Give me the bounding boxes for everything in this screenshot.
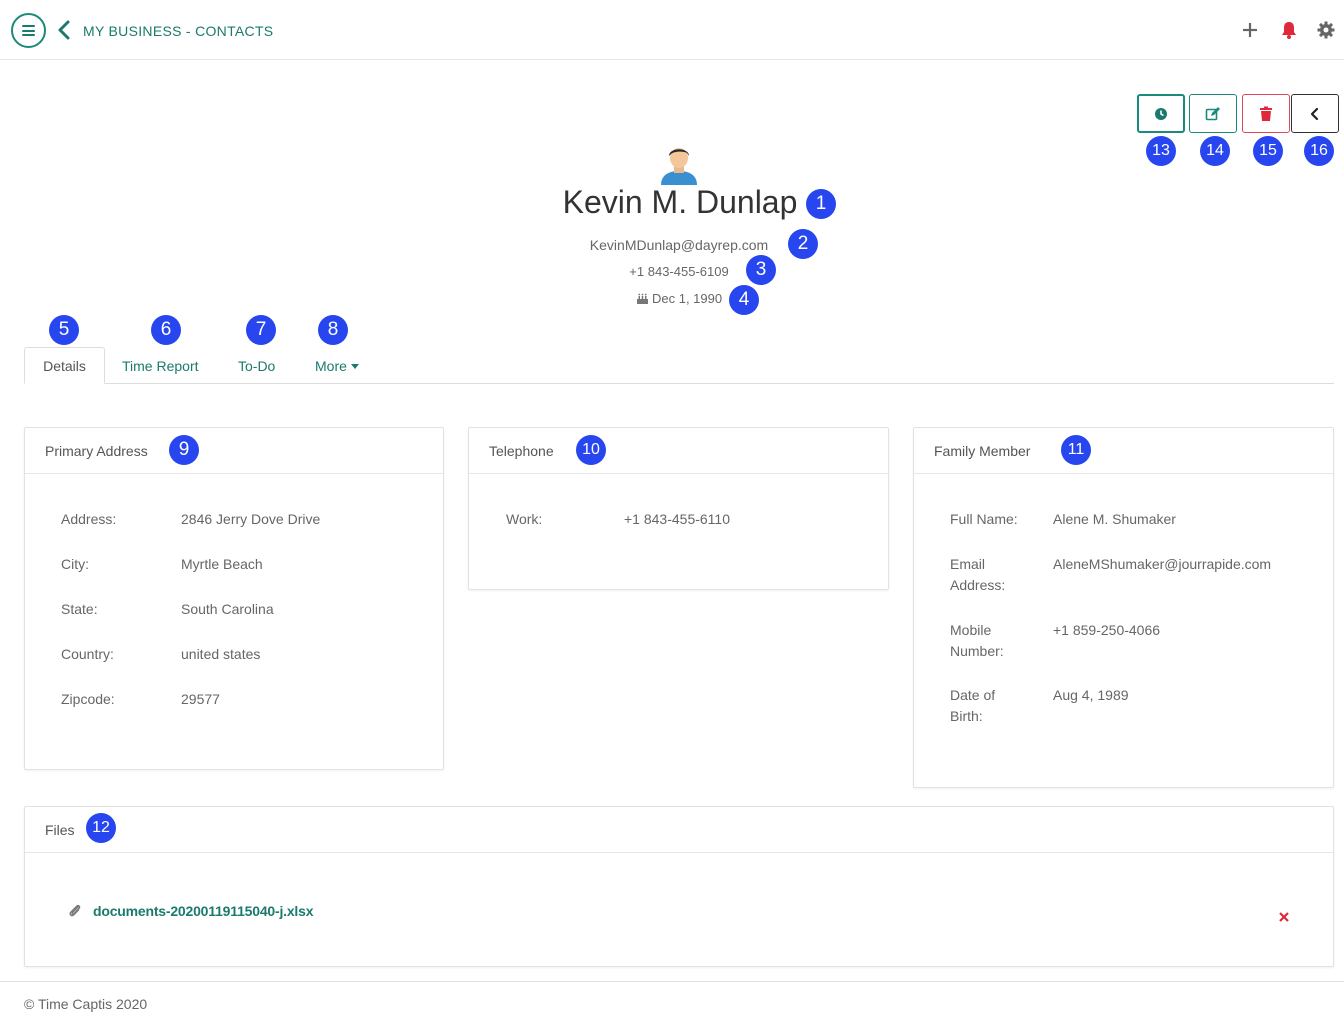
- email-address-value: AleneMShumaker@jourrapide.com: [1053, 556, 1272, 572]
- family-member-card: Family Member Full Name: Alene M. Shumak…: [913, 427, 1334, 788]
- address-label: Address:: [61, 511, 117, 527]
- zipcode-label: Zipcode:: [61, 691, 115, 707]
- chevron-left-icon[interactable]: [56, 18, 72, 42]
- contact-dob-text: Dec 1, 1990: [652, 291, 723, 306]
- marker-badge: 9: [169, 435, 199, 465]
- telephone-card: Telephone Work: +1 843-455-6110: [468, 427, 889, 590]
- tab-time-report[interactable]: Time Report: [122, 347, 199, 384]
- country-label: Country:: [61, 646, 114, 662]
- contact-name: Kevin M. Dunlap: [562, 184, 798, 220]
- bell-icon[interactable]: [1279, 20, 1299, 40]
- marker-badge: 8: [318, 315, 348, 345]
- marker-badge: 3: [746, 255, 776, 285]
- remove-file-icon[interactable]: [1278, 911, 1290, 923]
- tab-to-do[interactable]: To-Do: [238, 347, 275, 384]
- address-value: 2846 Jerry Dove Drive: [181, 511, 321, 527]
- card-title: Telephone: [469, 428, 888, 474]
- marker-badge: 1: [806, 189, 836, 219]
- mobile-number-label: Mobile Number:: [950, 622, 1004, 659]
- caret-down-icon: [350, 364, 359, 369]
- plus-icon[interactable]: [1240, 20, 1260, 40]
- marker-badge: 5: [49, 315, 79, 345]
- full-name-label: Full Name:: [950, 511, 1018, 527]
- marker-badge: 6: [151, 315, 181, 345]
- city-value: Myrtle Beach: [181, 556, 263, 572]
- zipcode-value: 29577: [181, 691, 220, 707]
- footer-divider: [0, 981, 1344, 982]
- marker-badge: 16: [1304, 136, 1334, 166]
- state-value: South Carolina: [181, 601, 274, 617]
- contact-dob: Dec 1, 1990: [636, 291, 722, 306]
- trash-icon: [1260, 106, 1272, 121]
- marker-badge: 15: [1253, 136, 1283, 166]
- gear-icon[interactable]: [1316, 20, 1336, 40]
- contact-phone: +1 843-455-6109: [629, 264, 729, 279]
- marker-badge: 12: [86, 813, 116, 843]
- work-value: +1 843-455-6110: [624, 511, 730, 527]
- marker-badge: 11: [1061, 435, 1091, 465]
- marker-badge: 14: [1200, 136, 1230, 166]
- time-button[interactable]: [1137, 94, 1185, 133]
- country-value: united states: [181, 646, 261, 662]
- tabs-divider: [24, 383, 1334, 384]
- card-title: Family Member: [914, 428, 1333, 474]
- menu-button[interactable]: [11, 13, 46, 48]
- card-title: Files: [25, 807, 1333, 853]
- date-of-birth-label: Date of Birth:: [950, 687, 996, 724]
- birthday-cake-icon: [637, 293, 648, 304]
- back-button[interactable]: [1291, 94, 1339, 133]
- top-bar: MY BUSINESS - CONTACTS: [0, 0, 1344, 60]
- marker-badge: 10: [576, 435, 606, 465]
- edit-icon: [1205, 106, 1220, 120]
- files-card: Files: [24, 806, 1334, 967]
- chevron-left-icon: [1310, 107, 1319, 120]
- edit-button[interactable]: [1189, 94, 1237, 133]
- marker-badge: 4: [729, 285, 759, 315]
- work-label: Work:: [506, 511, 543, 527]
- tab-more-label: More: [315, 357, 347, 374]
- mobile-number-value: +1 859-250-4066: [1053, 622, 1161, 638]
- email-address-label: Email Address:: [950, 556, 1006, 593]
- full-name-value: Alene M. Shumaker: [1053, 511, 1176, 527]
- clock-icon: [1155, 107, 1167, 120]
- state-label: State:: [61, 601, 98, 617]
- user-avatar-icon: [661, 148, 697, 185]
- tab-more[interactable]: More: [315, 347, 359, 384]
- marker-badge: 7: [246, 315, 276, 345]
- marker-badge: 13: [1146, 136, 1176, 166]
- marker-badge: 2: [788, 229, 818, 259]
- breadcrumb[interactable]: MY BUSINESS - CONTACTS: [83, 23, 273, 39]
- hamburger-icon: [22, 25, 35, 36]
- city-label: City:: [61, 556, 89, 572]
- date-of-birth-value: Aug 4, 1989: [1053, 687, 1129, 703]
- card-title: Primary Address: [25, 428, 443, 474]
- primary-address-card: Primary Address Address: 2846 Jerry Dove…: [24, 427, 444, 770]
- file-link[interactable]: documents-20200119115040-j.xlsx: [93, 903, 313, 919]
- tab-details[interactable]: Details: [24, 347, 105, 384]
- paperclip-icon: [69, 904, 81, 917]
- footer-text: © Time Captis 2020: [24, 996, 148, 1012]
- contact-email: KevinMDunlap@dayrep.com: [589, 237, 769, 253]
- delete-button[interactable]: [1242, 94, 1290, 133]
